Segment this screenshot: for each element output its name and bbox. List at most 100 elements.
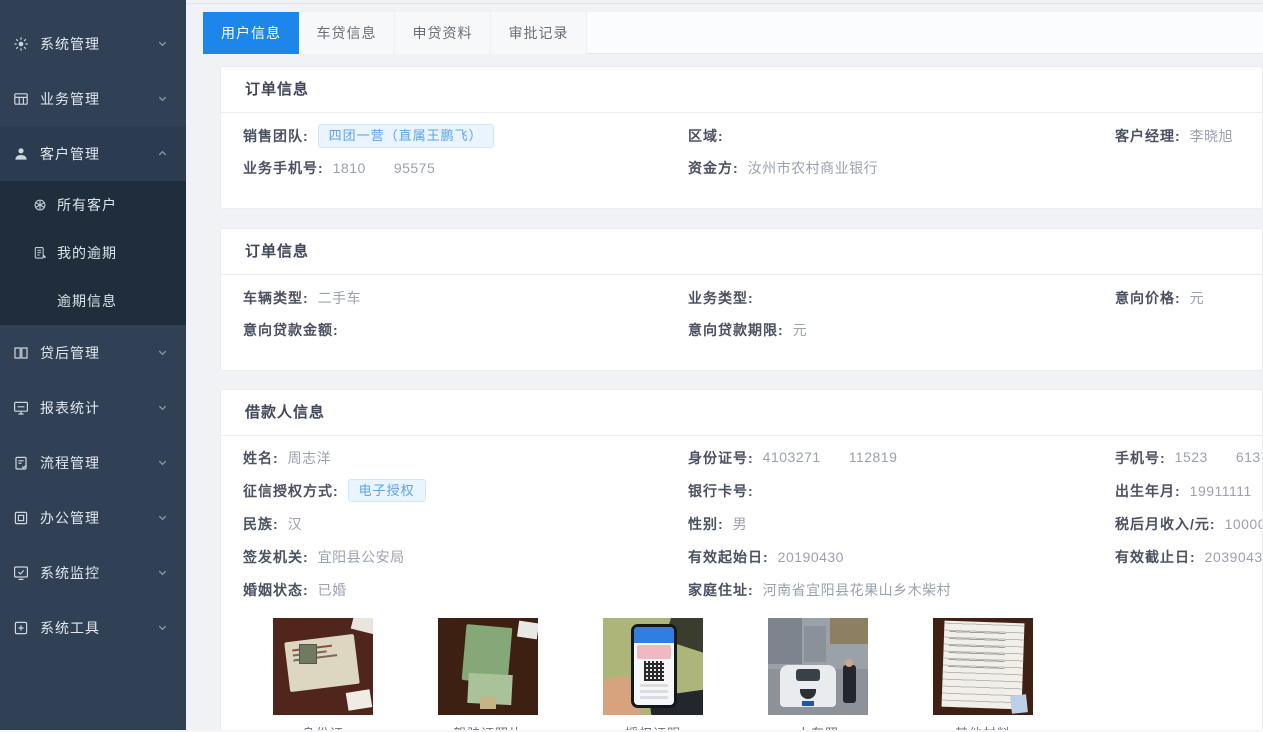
gear-icon — [13, 36, 29, 52]
field-mobile-phone: 手机号: 15236137 — [1115, 448, 1262, 468]
field-label: 意向贷款金额: — [243, 320, 339, 340]
table-icon — [13, 91, 29, 107]
field-label: 有效截止日: — [1115, 547, 1196, 567]
sidebar-item-system-tools[interactable]: 系统工具 — [0, 600, 186, 655]
credit-auth-tag[interactable]: 电子授权 — [348, 479, 426, 503]
field-label: 征信授权方式: — [243, 481, 339, 501]
sidebar-subitem-label: 逾期信息 — [57, 291, 117, 311]
field-label: 出生年月: — [1115, 481, 1181, 501]
field-label: 手机号: — [1115, 448, 1166, 468]
field-value: 20190430 — [778, 549, 844, 565]
sidebar-item-post-loan-management[interactable]: 贷后管理 — [0, 325, 186, 380]
field-ethnicity: 民族: 汉 — [243, 514, 688, 534]
redaction-patch — [367, 162, 393, 176]
chevron-down-icon — [157, 457, 168, 468]
green-booklet-photo-thumbnail[interactable] — [438, 618, 538, 715]
sidebar-subitem-label: 我的逾期 — [57, 243, 117, 263]
chevron-up-icon — [157, 148, 168, 159]
field-marital-status: 婚姻状态: 已婚 — [243, 580, 688, 600]
field-label: 身份证号: — [688, 448, 754, 468]
sidebar-item-business-management[interactable]: 业务管理 — [0, 71, 186, 126]
field-label: 区域: — [688, 126, 724, 146]
field-label: 银行卡号: — [688, 481, 754, 501]
sidebar-item-report-statistics[interactable]: 报表统计 — [0, 380, 186, 435]
field-valid-to: 有效截止日: 20390430 — [1115, 547, 1262, 567]
person-car-photo-thumbnail[interactable] — [768, 618, 868, 715]
photo-item: 人车照 — [768, 618, 868, 732]
globe-icon — [33, 198, 47, 212]
sidebar-item-label: 流程管理 — [40, 453, 157, 473]
tab-bar: 用户信息 车贷信息 申贷资料 审批记录 — [203, 12, 1263, 54]
field-value: 男 — [733, 514, 748, 534]
chevron-down-icon — [157, 622, 168, 633]
card-title: 借款人信息 — [221, 390, 1262, 436]
chevron-down-icon — [157, 512, 168, 523]
field-label: 民族: — [243, 514, 279, 534]
customer-management-submenu: 所有客户 我的逾期 逾期信息 — [0, 181, 186, 325]
field-label: 婚姻状态: — [243, 580, 309, 600]
sidebar-item-overdue-info[interactable]: 逾期信息 — [0, 277, 186, 325]
sidebar: 系统管理 业务管理 客户管理 所有客户 我的逾期 逾期信息 — [0, 0, 186, 732]
field-gender: 性别: 男 — [688, 514, 1115, 534]
document-photo-thumbnail[interactable] — [933, 618, 1033, 715]
field-credit-auth-method: 征信授权方式: 电子授权 — [243, 479, 688, 503]
plus-square-icon — [13, 620, 29, 636]
monitor-icon — [13, 400, 29, 416]
field-intent-loan-amount: 意向贷款金额: — [243, 320, 688, 340]
field-value: 汝州市农村商业银行 — [748, 158, 879, 178]
field-label: 性别: — [688, 514, 724, 534]
chevron-down-icon — [157, 347, 168, 358]
sidebar-item-system-management[interactable]: 系统管理 — [0, 16, 186, 71]
chevron-down-icon — [157, 93, 168, 104]
field-value: 4103271112819 — [763, 449, 898, 465]
field-value: 宜阳县公安局 — [318, 547, 405, 567]
field-value: 元 — [1190, 288, 1205, 308]
loan-intent-card: 订单信息 车辆类型: 二手车 业务类型: 意向价格: 元 意向贷款金额: 意向贷… — [220, 228, 1263, 371]
id-card-photo-thumbnail[interactable] — [273, 618, 373, 715]
phone-qr-photo-thumbnail[interactable] — [603, 618, 703, 715]
tab-user-info[interactable]: 用户信息 — [203, 12, 299, 54]
photo-item: 身份证 — [273, 618, 373, 732]
book-icon — [13, 345, 29, 361]
monitor-check-icon — [13, 565, 29, 581]
photo-item: 驾驶证照片 — [438, 618, 538, 732]
field-intent-price: 意向价格: 元 — [1115, 288, 1262, 308]
tab-approval-records[interactable]: 审批记录 — [491, 12, 587, 54]
sidebar-item-process-management[interactable]: 流程管理 — [0, 435, 186, 490]
sidebar-item-label: 贷后管理 — [40, 343, 157, 363]
sidebar-item-my-overdue[interactable]: 我的逾期 — [0, 229, 186, 277]
redaction-patch — [1209, 452, 1235, 466]
sidebar-item-office-management[interactable]: 办公管理 — [0, 490, 186, 545]
field-value: 汉 — [288, 514, 303, 534]
field-valid-from: 有效起始日: 20190430 — [688, 547, 1115, 567]
field-monthly-income: 税后月收入/元: 10000 — [1115, 514, 1262, 534]
field-issuing-authority: 签发机关: 宜阳县公安局 — [243, 547, 688, 567]
chevron-down-icon — [157, 567, 168, 578]
sidebar-item-label: 业务管理 — [40, 89, 157, 109]
field-value: 已婚 — [318, 580, 347, 600]
sidebar-item-system-monitor[interactable]: 系统监控 — [0, 545, 186, 600]
field-value: 二手车 — [318, 288, 362, 308]
field-region: 区域: — [688, 126, 1115, 146]
field-intent-loan-term: 意向贷款期限: 元 — [688, 320, 1115, 340]
field-funder: 资金方: 汝州市农村商业银行 — [688, 158, 1115, 178]
order-info-card: 订单信息 销售团队: 四团一营（直属王鹏飞） 区域: 客户经理: 李晓旭 业务手… — [220, 66, 1263, 209]
sidebar-item-customer-management[interactable]: 客户管理 — [0, 126, 186, 181]
redaction-patch — [822, 452, 848, 466]
card-title: 订单信息 — [221, 67, 1262, 113]
field-business-type: 业务类型: — [688, 288, 1115, 308]
field-label: 税后月收入/元: — [1115, 514, 1216, 534]
tab-car-loan-info[interactable]: 车贷信息 — [299, 12, 395, 54]
field-id-number: 身份证号: 4103271112819 — [688, 448, 1115, 468]
square-icon — [13, 510, 29, 526]
sidebar-item-label: 系统管理 — [40, 34, 157, 54]
field-label: 业务类型: — [688, 288, 754, 308]
sales-team-tag[interactable]: 四团一营（直属王鹏飞） — [318, 124, 494, 148]
top-divider — [186, 3, 1263, 4]
notebook-icon — [33, 246, 47, 260]
tab-loan-application-materials[interactable]: 申贷资料 — [395, 12, 491, 54]
field-vehicle-type: 车辆类型: 二手车 — [243, 288, 688, 308]
clipboard-icon — [13, 455, 29, 471]
sidebar-item-all-customers[interactable]: 所有客户 — [0, 181, 186, 229]
field-value: 周志洋 — [288, 448, 332, 468]
